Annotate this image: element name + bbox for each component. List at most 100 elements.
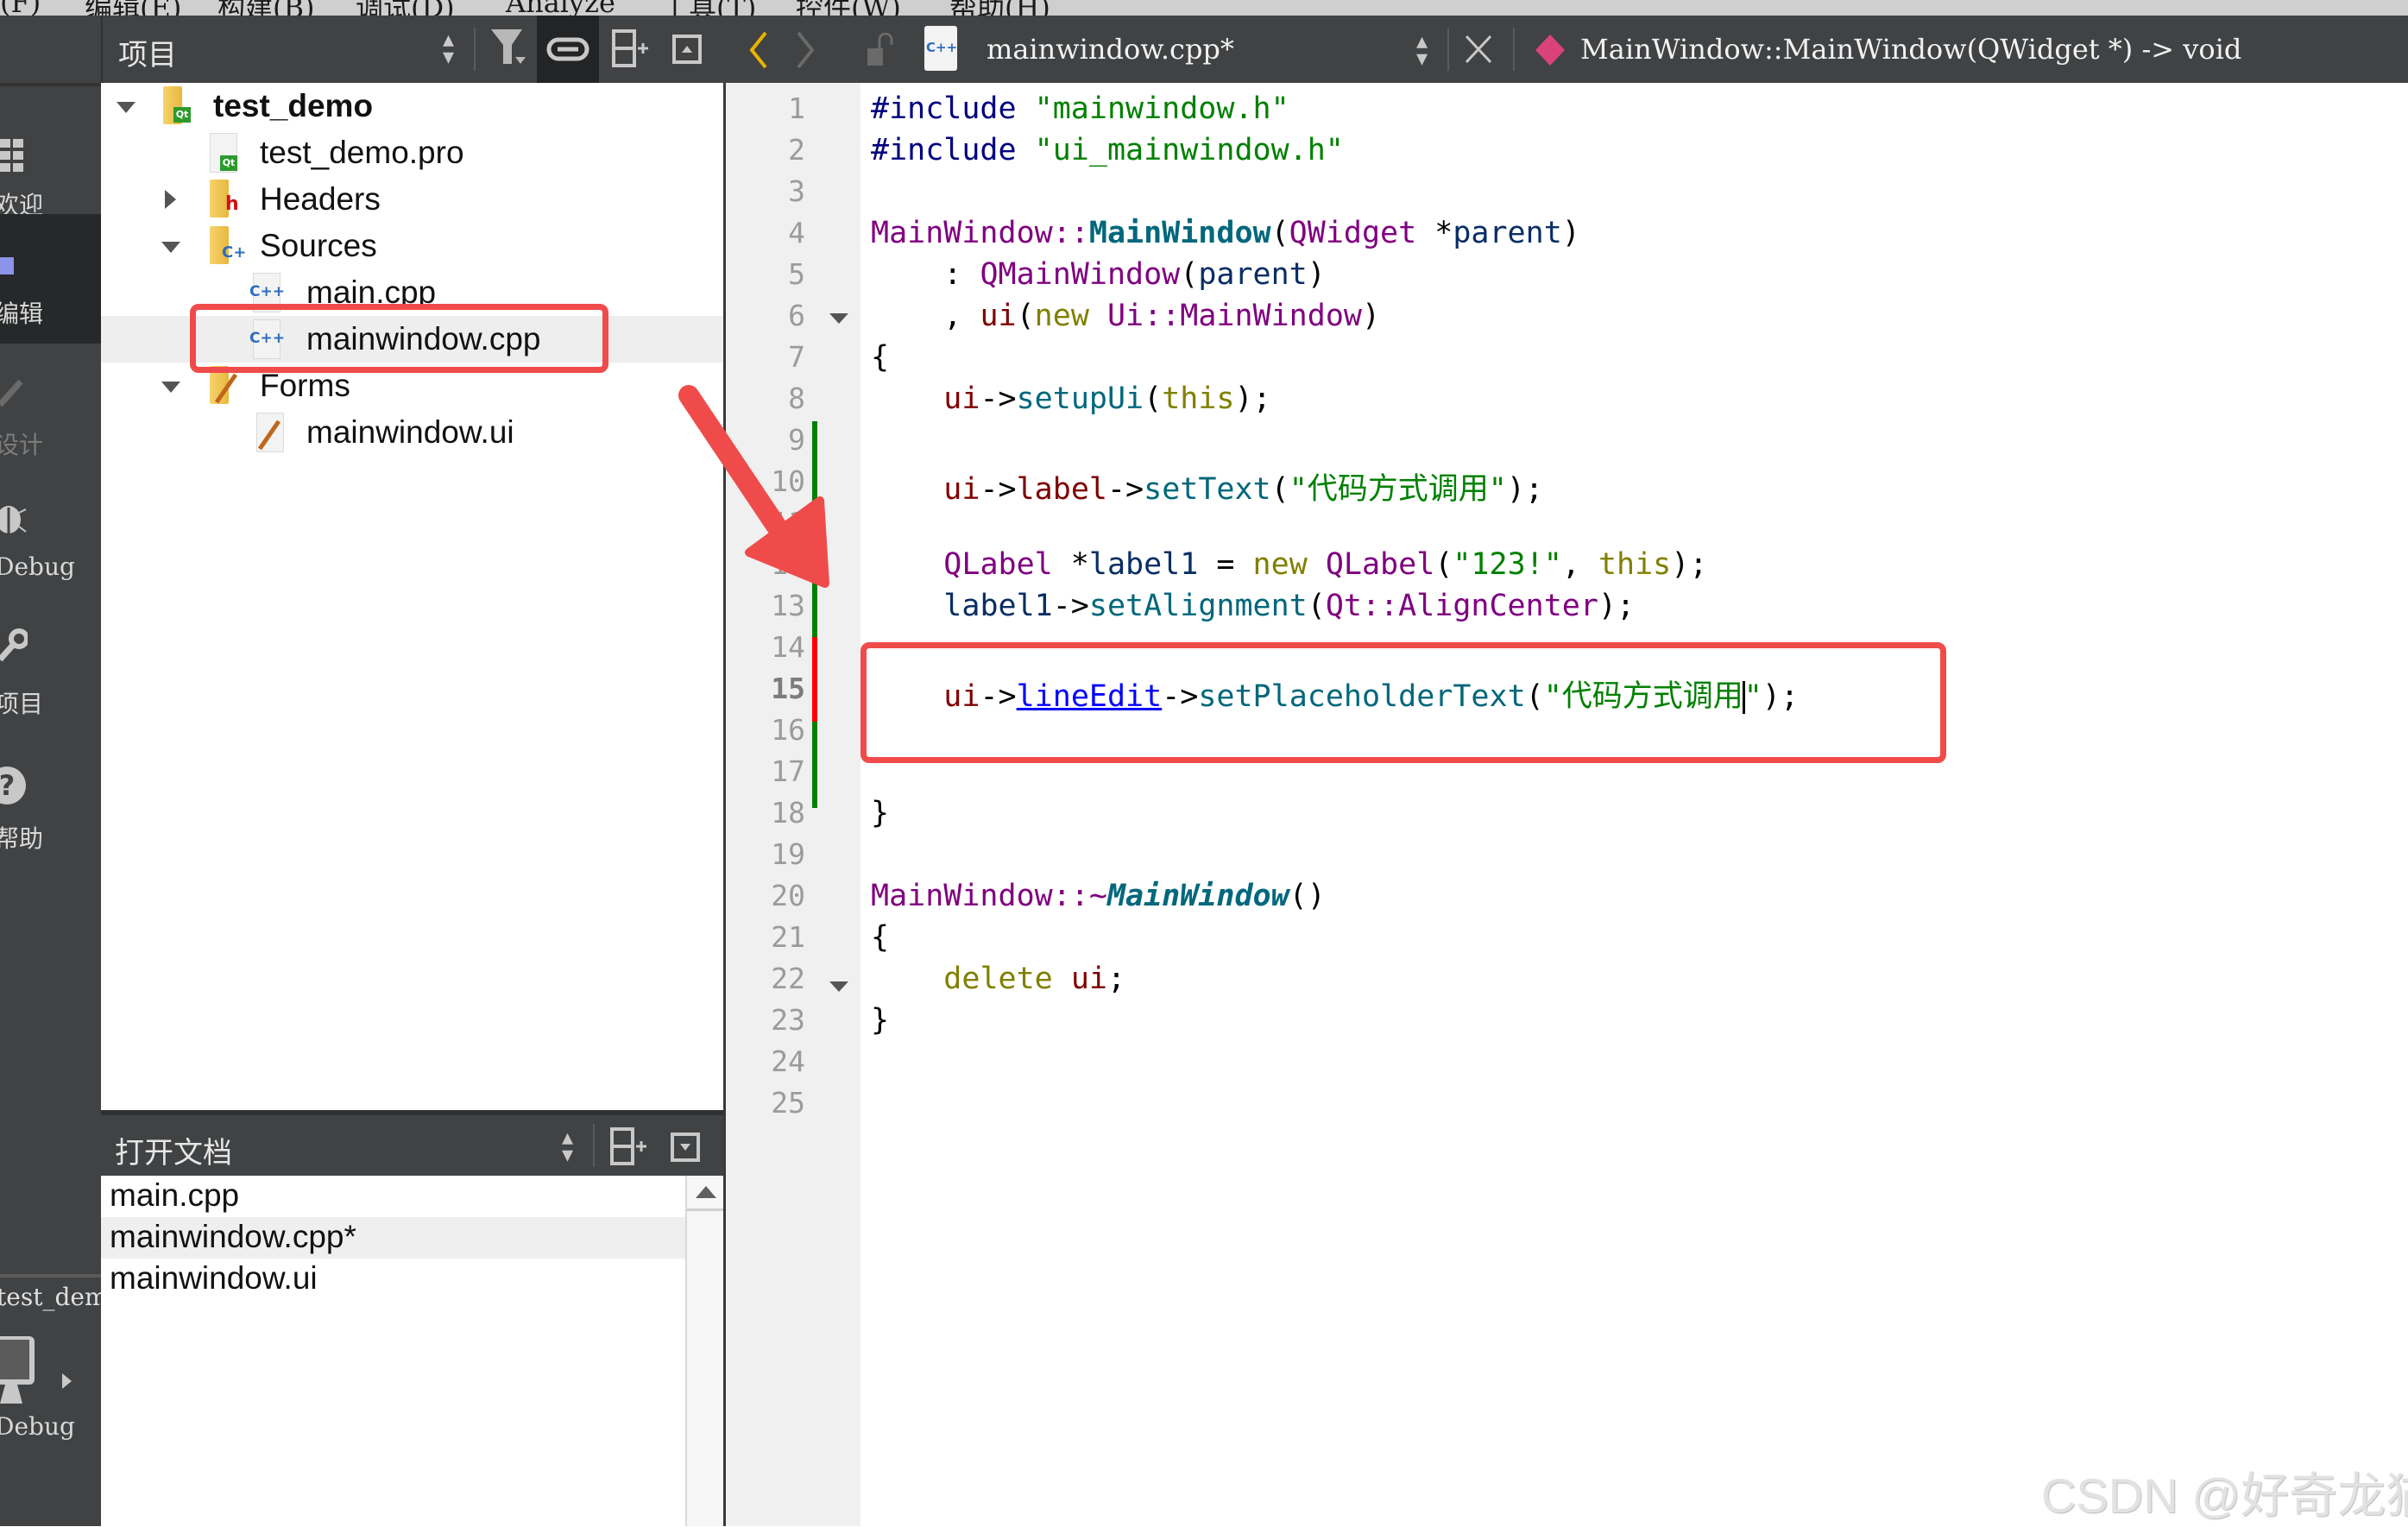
expand-arrow-icon[interactable]: [161, 382, 180, 393]
menu-help[interactable]: 帮助(H): [949, 0, 1050, 16]
menu-widgets[interactable]: 控件(W): [796, 0, 901, 16]
token: MainWindow: [1106, 879, 1289, 913]
file-selector-updown-icon[interactable]: ▴ ▾: [1416, 30, 1428, 70]
token: }: [871, 1003, 890, 1038]
line-number[interactable]: 15: [726, 672, 805, 705]
token: *: [1052, 547, 1089, 582]
line-number[interactable]: 6: [726, 299, 805, 332]
open-doc-item[interactable]: mainwindow.ui: [101, 1259, 685, 1300]
split-add-icon[interactable]: [612, 29, 650, 75]
token: =: [1198, 547, 1253, 582]
view-selector-updown-icon[interactable]: ▴ ▾: [443, 28, 454, 68]
kit-expand-arrow-icon[interactable]: [62, 1373, 72, 1389]
edit-doc-icon: [0, 257, 14, 274]
kit-build-label: Debug: [0, 1412, 75, 1441]
tree-item-mainwindow-ui[interactable]: mainwindow.ui: [101, 409, 723, 456]
open-docs-list: main.cpp mainwindow.cpp* mainwindow.ui: [101, 1176, 725, 1526]
expand-arrow-icon[interactable]: [117, 102, 136, 113]
mode-edit-label: 编辑: [0, 300, 44, 328]
line-number[interactable]: 18: [726, 796, 805, 830]
token: ->: [1106, 472, 1144, 507]
collapse-arrow-icon[interactable]: [165, 190, 176, 209]
mode-projects[interactable]: 项目: [0, 618, 101, 748]
line-number[interactable]: 25: [726, 1086, 805, 1120]
tree-item-test-demo-pro[interactable]: Qt test_demo.pro: [101, 129, 723, 176]
menu-build[interactable]: 构建(B): [217, 0, 315, 16]
close-pane-icon[interactable]: [672, 35, 702, 72]
sync-link-button[interactable]: [537, 16, 599, 83]
line-number[interactable]: 24: [726, 1044, 805, 1078]
menu-edit[interactable]: 编辑(E): [85, 0, 181, 16]
line-number[interactable]: 23: [726, 1003, 805, 1037]
scroll-up-arrow-icon[interactable]: [696, 1186, 716, 1198]
fold-arrow-icon[interactable]: [829, 313, 848, 324]
view-selector-updown-icon[interactable]: ▴ ▾: [562, 1126, 573, 1166]
line-number[interactable]: 2: [726, 133, 805, 167]
tree-item-label: Forms: [260, 368, 350, 403]
line-number[interactable]: 7: [726, 340, 805, 374]
menu-debug[interactable]: 调试(D): [356, 0, 455, 16]
pencil-icon: [0, 375, 26, 413]
open-doc-item[interactable]: mainwindow.cpp*: [101, 1217, 685, 1259]
line-number[interactable]: 22: [726, 962, 805, 995]
change-marker-modified: [812, 637, 817, 722]
fold-arrow-icon[interactable]: [829, 981, 848, 992]
close-pane-icon[interactable]: [671, 1133, 700, 1170]
header-separator: [593, 1124, 595, 1167]
split-add-icon[interactable]: [610, 1127, 648, 1173]
expand-arrow-icon[interactable]: [161, 242, 180, 253]
project-pane-title[interactable]: 项目: [118, 31, 177, 73]
code-line-18: }: [871, 796, 889, 830]
unlock-icon[interactable]: [867, 32, 893, 71]
line-number[interactable]: 3: [726, 174, 805, 208]
open-docs-scrollbar[interactable]: [685, 1176, 725, 1526]
token: ;: [1106, 962, 1126, 996]
tree-item-test-demo[interactable]: Qt test_demo: [101, 83, 723, 129]
line-number[interactable]: 17: [726, 754, 805, 788]
filter-icon[interactable]: [491, 28, 527, 75]
tree-item-label: test_demo: [213, 88, 374, 123]
open-docs-header: 打开文档 ▴ ▾: [101, 1110, 723, 1181]
menu-file[interactable]: (F): [0, 0, 41, 16]
code-editor[interactable]: #include "mainwindow.h" #include "ui_mai…: [860, 83, 2408, 1526]
bug-icon: [0, 501, 28, 540]
token: :: [871, 257, 980, 292]
menu-tools[interactable]: 工具(T): [661, 0, 756, 16]
mode-design[interactable]: 设计: [0, 357, 101, 487]
mode-debug[interactable]: Debug: [0, 489, 101, 618]
toolbar-separator: [1513, 28, 1515, 71]
line-number[interactable]: 1: [726, 91, 805, 125]
line-number[interactable]: 20: [726, 879, 805, 912]
tree-item-sources[interactable]: C+ Sources: [101, 223, 723, 269]
back-arrow-icon[interactable]: [748, 31, 769, 73]
open-doc-item[interactable]: main.cpp: [101, 1176, 685, 1217]
code-line-1: #include "mainwindow.h": [871, 91, 1289, 126]
tree-item-headers[interactable]: h Headers: [101, 176, 723, 223]
watermark: CSDN @好奇龙猫: [2041, 1468, 2408, 1523]
mode-help-label: 帮助: [0, 824, 44, 853]
symbol-selector[interactable]: MainWindow::MainWindow(QWidget *) -> voi…: [1580, 33, 2241, 66]
line-number[interactable]: 5: [726, 257, 805, 291]
kit-selector[interactable]: test_demo Debug: [0, 1283, 122, 1481]
mode-help[interactable]: ? 帮助: [0, 756, 101, 886]
menu-analyze[interactable]: Analyze: [506, 0, 615, 16]
token: MainWindow::~: [871, 879, 1107, 913]
help-icon: ?: [0, 767, 26, 805]
token: (: [1270, 472, 1289, 507]
close-document-icon[interactable]: [1465, 35, 1492, 67]
editor-toolbar: C++ mainwindow.cpp* ▴ ▾ MainWindow::MainW…: [726, 16, 2408, 83]
token: );: [1598, 589, 1636, 623]
open-docs-title[interactable]: 打开文档: [115, 1129, 232, 1171]
mode-welcome[interactable]: 欢迎: [0, 100, 101, 230]
forward-arrow-icon[interactable]: [795, 31, 816, 73]
line-number[interactable]: 14: [726, 630, 805, 664]
line-number[interactable]: 19: [726, 837, 805, 871]
editor-file-name[interactable]: mainwindow.cpp*: [987, 33, 1234, 66]
line-number[interactable]: 4: [726, 216, 805, 249]
mode-edit[interactable]: 编辑: [0, 214, 101, 344]
pencil-badge-icon: [256, 414, 282, 456]
line-number[interactable]: 16: [726, 713, 805, 747]
token: setText: [1144, 472, 1271, 507]
line-number[interactable]: 21: [726, 920, 805, 954]
